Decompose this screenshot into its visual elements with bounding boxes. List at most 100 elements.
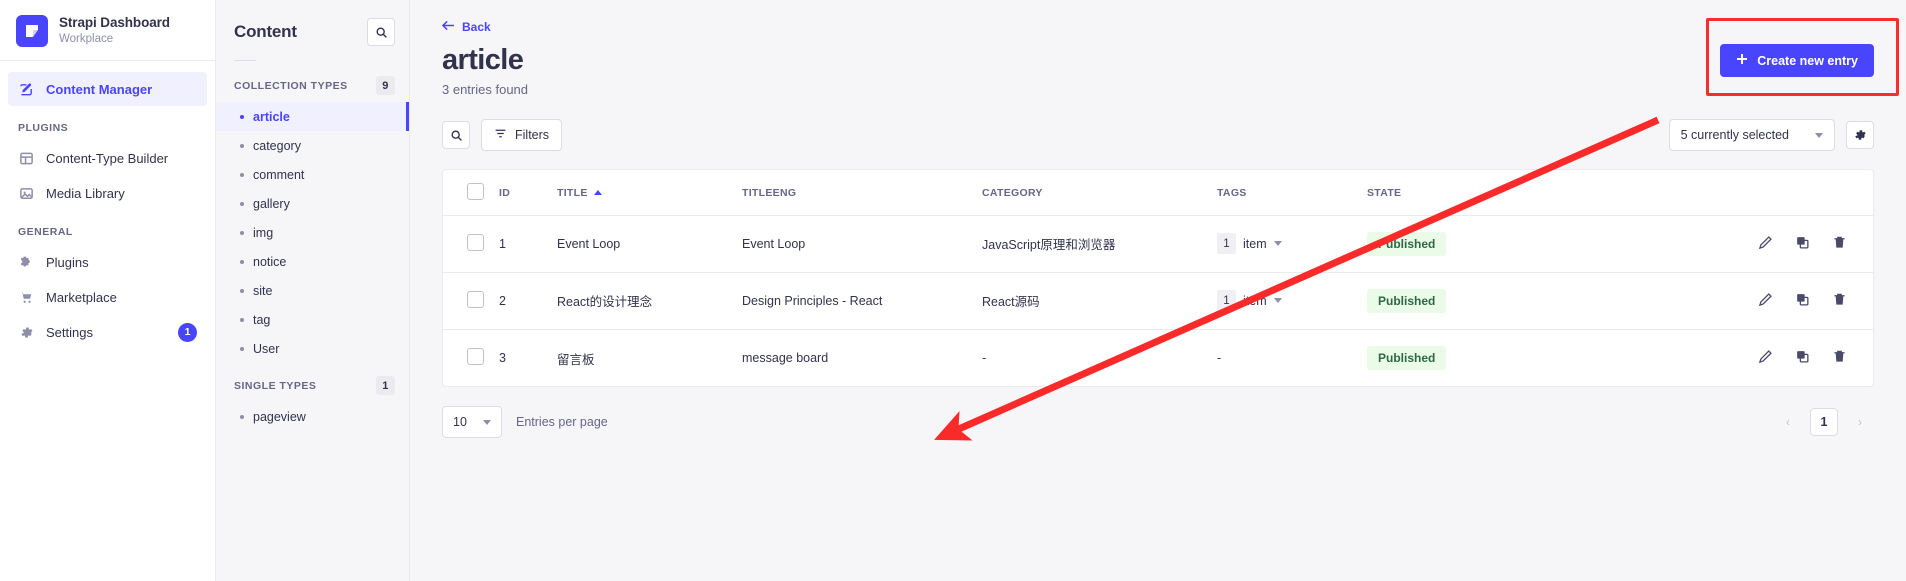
- entries-found-label: 3 entries found: [442, 82, 529, 98]
- bullet-icon: [240, 230, 244, 235]
- toolbar-left: Filters: [442, 119, 563, 152]
- gear-icon: [18, 324, 35, 341]
- sidebar-item-settings[interactable]: Settings 1: [8, 315, 207, 349]
- chevron-down-icon: [1273, 241, 1282, 247]
- collection-type-gallery[interactable]: gallery: [216, 189, 409, 218]
- back-label: Back: [462, 20, 491, 34]
- table-row[interactable]: 2 React的设计理念 Design Principles - React R…: [443, 272, 1873, 330]
- cell-actions: [1557, 272, 1873, 330]
- collection-types-header: COLLECTION TYPES 9: [216, 63, 409, 102]
- column-header-tags[interactable]: TAGS: [1217, 170, 1367, 216]
- table-row[interactable]: 1 Event Loop Event Loop JavaScript原理和浏览器…: [443, 215, 1873, 273]
- cell-actions: [1557, 215, 1873, 273]
- back-link[interactable]: Back: [441, 20, 491, 34]
- strapi-logo-icon: [16, 14, 48, 47]
- pagination-page-1[interactable]: 1: [1810, 408, 1838, 437]
- sidebar-item-media-library[interactable]: Media Library: [8, 176, 207, 210]
- duplicate-icon[interactable]: [1795, 235, 1810, 250]
- collection-type-comment[interactable]: comment: [216, 160, 409, 189]
- edit-pencil-icon[interactable]: [1758, 235, 1773, 250]
- settings-badge: 1: [178, 322, 197, 342]
- column-header-category[interactable]: CATEGORY: [982, 170, 1217, 216]
- table-row[interactable]: 3 留言板 message board - - Published: [443, 329, 1873, 386]
- content-types-panel: Content COLLECTION TYPES 9 article categ…: [216, 0, 410, 581]
- collection-type-label: gallery: [253, 196, 290, 211]
- fields-select[interactable]: 5 currently selected: [1668, 119, 1835, 152]
- cell-tags: 1 item: [1217, 272, 1367, 330]
- trash-icon[interactable]: [1832, 292, 1847, 307]
- cell-category: JavaScript原理和浏览器: [982, 215, 1217, 273]
- sidebar-item-content-manager[interactable]: Content Manager: [8, 72, 207, 106]
- collection-type-category[interactable]: category: [216, 131, 409, 160]
- cell-state: Published: [1367, 272, 1557, 330]
- collection-type-user[interactable]: User: [216, 334, 409, 363]
- sidebar-item-plugins[interactable]: Plugins: [8, 245, 207, 279]
- trash-icon[interactable]: [1832, 349, 1847, 364]
- row-checkbox[interactable]: [467, 233, 484, 251]
- bullet-icon: [240, 201, 244, 206]
- cell-state: Published: [1367, 329, 1557, 386]
- row-checkbox[interactable]: [467, 348, 484, 366]
- entries-table: ID TITLE TITLEENG CATEGORY TAGS STATE 1 …: [443, 170, 1873, 386]
- collection-type-label: img: [253, 225, 274, 240]
- image-icon: [18, 185, 35, 202]
- title-row: article 3 entries found Create new entry: [442, 44, 1874, 97]
- cell-titleeng: Event Loop: [742, 215, 982, 273]
- column-header-state[interactable]: STATE: [1367, 170, 1557, 216]
- create-new-entry-button[interactable]: Create new entry: [1720, 44, 1874, 77]
- toolbar-right: 5 currently selected: [1668, 119, 1874, 152]
- row-checkbox[interactable]: [467, 290, 484, 308]
- main-content: Back article 3 entries found Create new …: [410, 0, 1906, 581]
- edit-pencil-icon[interactable]: [1758, 292, 1773, 307]
- main-sidebar: Strapi Dashboard Workplace Content Manag…: [0, 0, 216, 581]
- sidebar-item-content-type-builder[interactable]: Content-Type Builder: [8, 141, 207, 175]
- select-all-checkbox[interactable]: [467, 182, 484, 200]
- column-header-titleeng[interactable]: TITLEENG: [742, 170, 982, 216]
- collection-type-label: notice: [253, 254, 287, 269]
- collection-type-notice[interactable]: notice: [216, 247, 409, 276]
- edit-pencil-icon[interactable]: [1758, 349, 1773, 364]
- filters-button[interactable]: Filters: [481, 119, 563, 152]
- cell-category: React源码: [982, 272, 1217, 330]
- single-type-pageview[interactable]: pageview: [216, 402, 409, 431]
- duplicate-icon[interactable]: [1795, 349, 1810, 364]
- create-new-entry-label: Create new entry: [1757, 53, 1858, 68]
- select-all-header: [443, 170, 499, 216]
- search-icon[interactable]: [367, 18, 395, 46]
- bullet-icon: [240, 114, 244, 119]
- single-types-header: SINGLE TYPES 1: [216, 363, 409, 402]
- collection-type-site[interactable]: site: [216, 276, 409, 305]
- column-header-title[interactable]: TITLE: [557, 170, 742, 216]
- row-select-cell: [443, 272, 499, 330]
- collection-type-label: site: [253, 283, 273, 298]
- table-header-row: ID TITLE TITLEENG CATEGORY TAGS STATE: [443, 170, 1873, 216]
- column-header-title-label: TITLE: [557, 186, 588, 199]
- column-header-id[interactable]: ID: [499, 170, 557, 216]
- pagination-next-button[interactable]: ›: [1846, 408, 1874, 436]
- tags-chip[interactable]: 1 item: [1217, 233, 1282, 255]
- collection-type-img[interactable]: img: [216, 218, 409, 247]
- brand-subtitle: Workplace: [59, 32, 114, 45]
- status-badge: Published: [1367, 346, 1447, 371]
- sidebar-item-marketplace[interactable]: Marketplace: [8, 280, 207, 314]
- entries-per-page-group: 10 Entries per page: [442, 406, 608, 439]
- nav-plugins-section: PLUGINS Content-Type Builder Media Libra…: [0, 107, 215, 211]
- collection-type-article[interactable]: article: [216, 102, 409, 131]
- cell-tags: -: [1217, 351, 1222, 366]
- duplicate-icon[interactable]: [1795, 292, 1810, 307]
- entries-per-page-select[interactable]: 10: [442, 406, 502, 439]
- collection-type-tag[interactable]: tag: [216, 305, 409, 334]
- list-toolbar: Filters 5 currently selected: [410, 119, 1906, 152]
- layout-icon: [18, 150, 35, 167]
- cart-icon: [18, 289, 35, 306]
- cell-id: 1: [499, 215, 557, 273]
- pagination-prev-button[interactable]: ‹: [1774, 408, 1802, 436]
- search-icon[interactable]: [442, 121, 470, 150]
- tags-chip[interactable]: 1 item: [1217, 290, 1282, 312]
- gear-icon[interactable]: [1846, 121, 1874, 150]
- sidebar-item-label: Media Library: [46, 185, 125, 201]
- cell-titleeng: Design Principles - React: [742, 272, 982, 330]
- trash-icon[interactable]: [1832, 235, 1847, 250]
- brand-header[interactable]: Strapi Dashboard Workplace: [0, 0, 215, 61]
- brand-title: Strapi Dashboard: [59, 15, 170, 31]
